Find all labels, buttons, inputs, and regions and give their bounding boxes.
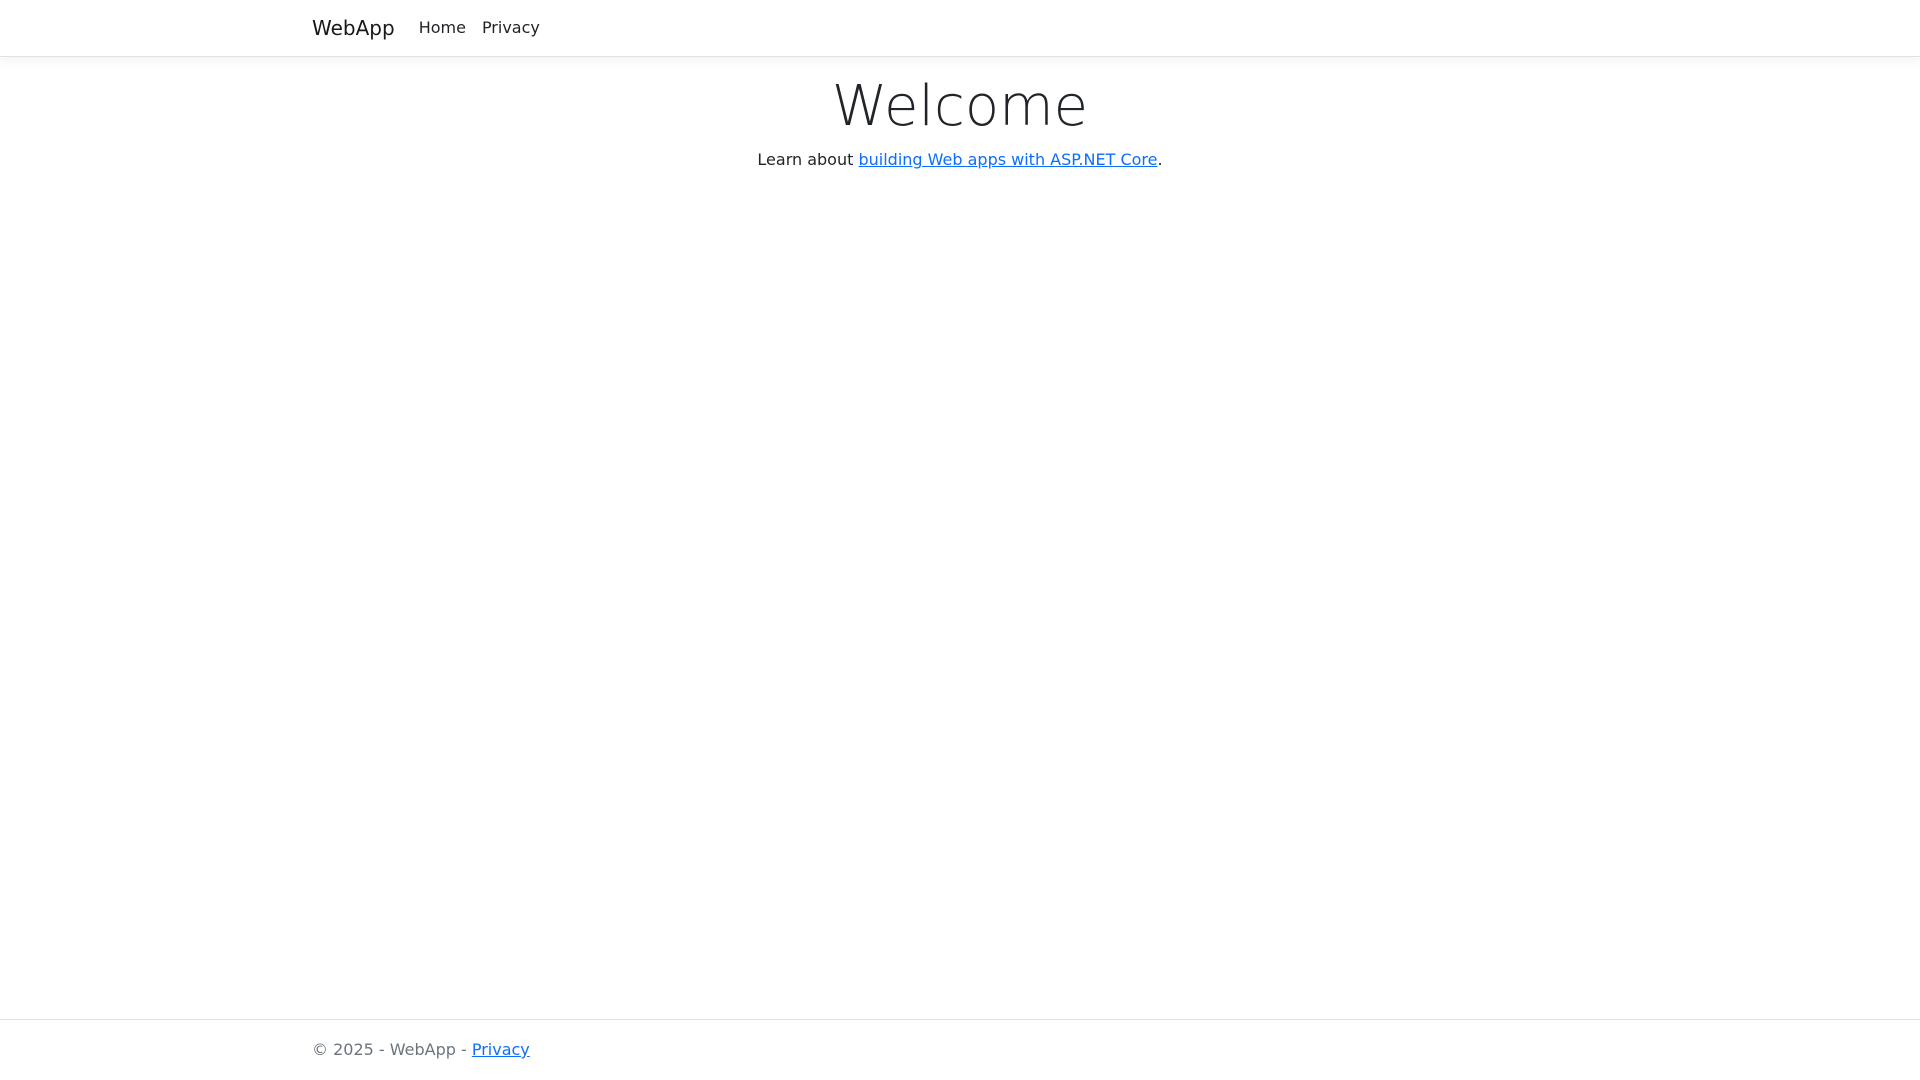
footer-copyright-text: © 2025 - WebApp - xyxy=(312,1040,472,1059)
footer: © 2025 - WebApp - Privacy xyxy=(0,1019,1920,1080)
nav-item-home: Home xyxy=(411,8,474,48)
footer-privacy-link[interactable]: Privacy xyxy=(472,1040,530,1059)
learn-paragraph-prefix: Learn about xyxy=(757,150,859,170)
navbar-menu: Home Privacy xyxy=(411,8,548,48)
learn-paragraph: Learn about building Web apps with ASP.N… xyxy=(312,148,1608,172)
nav-item-privacy: Privacy xyxy=(474,8,548,48)
navbar-brand[interactable]: WebApp xyxy=(312,8,395,48)
welcome-heading: Welcome xyxy=(831,74,1089,139)
main-container: Welcome Learn about building Web apps wi… xyxy=(300,73,1620,204)
aspnet-core-link[interactable]: building Web apps with ASP.NET Core xyxy=(858,150,1157,169)
nav-link-privacy[interactable]: Privacy xyxy=(474,8,548,48)
main-content: Welcome Learn about building Web apps wi… xyxy=(312,73,1608,204)
learn-paragraph-suffix: . xyxy=(1157,150,1163,170)
site-header: WebApp Home Privacy xyxy=(0,0,1920,57)
footer-container: © 2025 - WebApp - Privacy xyxy=(300,1020,1620,1080)
welcome-section: Welcome Learn about building Web apps wi… xyxy=(312,73,1608,172)
nav-link-home[interactable]: Home xyxy=(411,8,474,48)
top-navbar: WebApp Home Privacy xyxy=(0,0,1920,57)
navbar-container: WebApp Home Privacy xyxy=(300,8,1620,48)
